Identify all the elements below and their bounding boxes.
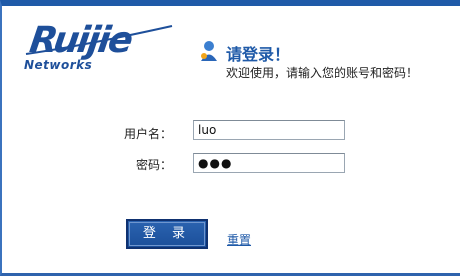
username-label: 用户名： [123,127,172,141]
ruijie-logo: Ruijie Networks [22,16,182,78]
username-input[interactable]: luo [193,120,345,140]
user-icon [201,41,217,61]
reset-link[interactable]: 重置 [227,231,251,248]
logo-wordmark: Ruijie [27,20,134,61]
login-button[interactable]: 登 录 [126,219,208,249]
welcome-subtitle: 欢迎使用，请输入您的账号和密码！ [226,66,419,80]
logo-tagline: Networks [24,58,93,72]
welcome-title: 请登录！ [226,45,291,64]
password-label: 密码： [135,158,172,172]
password-input[interactable]: ●●● [193,153,345,173]
